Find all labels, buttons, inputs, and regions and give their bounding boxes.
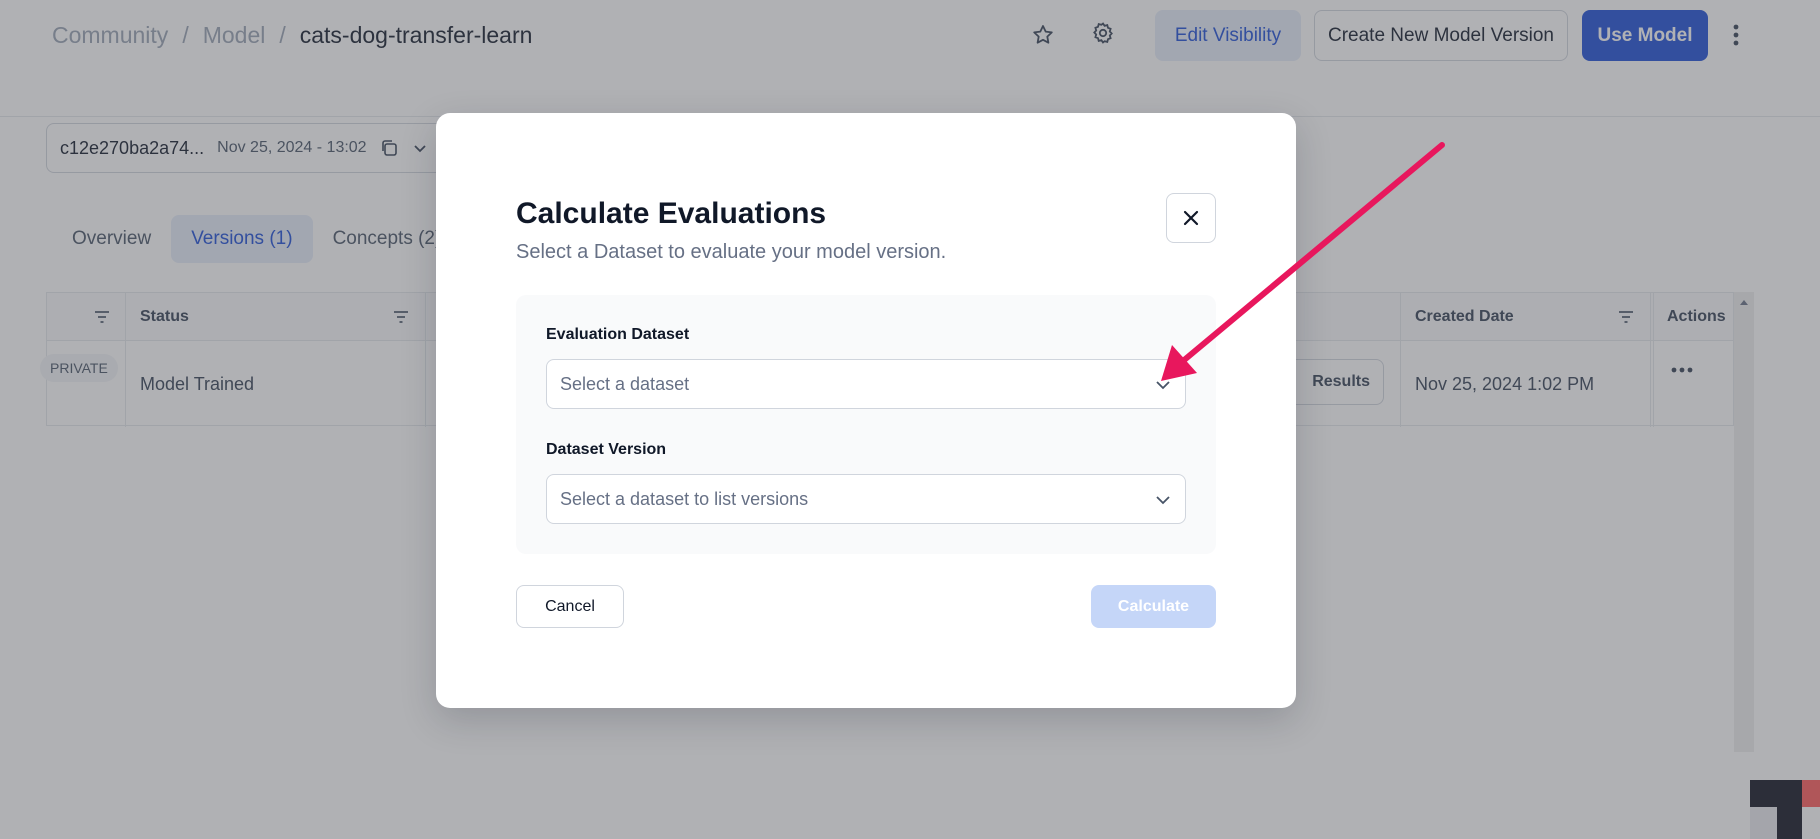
chevron-down-icon bbox=[1153, 490, 1173, 510]
evaluation-dataset-select[interactable]: Select a dataset bbox=[546, 359, 1186, 409]
evaluation-dataset-label: Evaluation Dataset bbox=[546, 326, 690, 343]
chevron-down-icon bbox=[1153, 375, 1173, 395]
modal-title: Calculate Evaluations bbox=[516, 197, 827, 230]
calculate-button[interactable]: Calculate bbox=[1091, 585, 1216, 628]
calculate-evaluations-modal: Calculate Evaluations Select a Dataset t… bbox=[436, 113, 1296, 708]
cancel-button[interactable]: Cancel bbox=[516, 585, 624, 628]
dataset-version-placeholder: Select a dataset to list versions bbox=[560, 488, 809, 509]
evaluation-dataset-placeholder: Select a dataset bbox=[560, 373, 690, 394]
close-icon bbox=[1183, 210, 1199, 226]
dataset-version-select[interactable]: Select a dataset to list versions bbox=[546, 474, 1186, 524]
close-button[interactable] bbox=[1166, 193, 1216, 243]
evaluation-form: Evaluation Dataset Select a dataset Data… bbox=[516, 295, 1216, 554]
dataset-version-label: Dataset Version bbox=[546, 441, 667, 458]
modal-subtitle: Select a Dataset to evaluate your model … bbox=[516, 241, 947, 263]
